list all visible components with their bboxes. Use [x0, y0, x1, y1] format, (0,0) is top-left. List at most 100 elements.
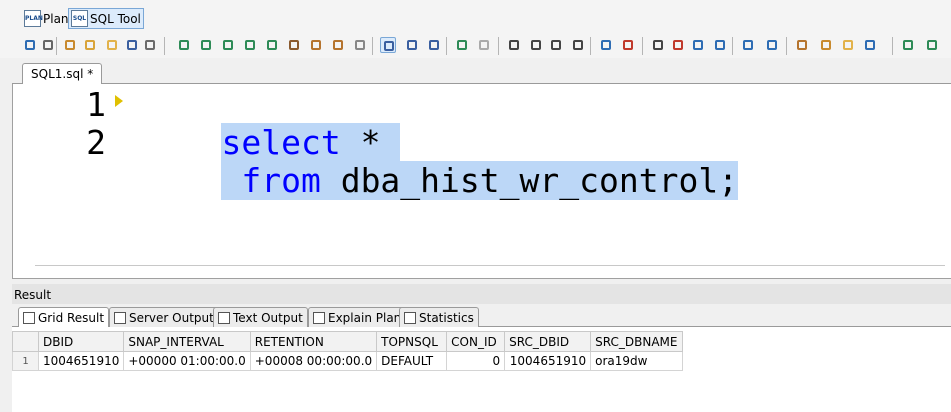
- save-icon[interactable]: [124, 37, 140, 53]
- stop-icon[interactable]: [352, 37, 368, 53]
- tab-grid-result[interactable]: Grid Result: [18, 307, 110, 328]
- column-header-src-dbname[interactable]: SRC_DBNAME: [590, 331, 684, 352]
- split-icon[interactable]: [404, 37, 420, 53]
- wrap-icon[interactable]: [286, 37, 302, 53]
- bind-icon[interactable]: [862, 37, 878, 53]
- bookmark-icon[interactable]: [308, 37, 324, 53]
- sql-icon: SQL: [71, 10, 88, 27]
- paste-icon[interactable]: [548, 37, 564, 53]
- table-cell[interactable]: +00008 00:00:00.0: [249, 351, 378, 371]
- replace-icon[interactable]: [712, 37, 728, 53]
- uncomment-icon[interactable]: [242, 37, 258, 53]
- toolbar-separator: [590, 37, 591, 55]
- plan-mode-button[interactable]: PLAN Plan: [22, 8, 71, 29]
- plan-mode-label: Plan: [43, 11, 69, 26]
- explain-plan-icon: [313, 311, 325, 324]
- table-cell[interactable]: ora19dw: [590, 351, 684, 371]
- export-icon[interactable]: [426, 37, 442, 53]
- code-token: dba_hist_wr_control;: [320, 161, 739, 200]
- current-line-marker-icon: [115, 95, 123, 107]
- tab-statistics[interactable]: Statistics: [399, 307, 479, 327]
- editor-horizontal-scrollbar[interactable]: [35, 265, 945, 266]
- columns-icon[interactable]: [794, 37, 810, 53]
- toolbar-separator: [892, 37, 893, 55]
- table-cell[interactable]: 0: [446, 351, 506, 371]
- comment-icon[interactable]: [220, 37, 236, 53]
- toolbar-separator: [642, 37, 643, 55]
- table-cell[interactable]: 1004651910: [37, 351, 125, 371]
- toolbar-separator: [446, 37, 447, 55]
- tab-grid-result-label: Grid Result: [38, 311, 105, 325]
- grid-icon[interactable]: [900, 37, 916, 53]
- tab-explain-plan-label: Explain Plan: [328, 310, 402, 325]
- cut-icon[interactable]: [506, 37, 522, 53]
- select-all-icon[interactable]: [570, 37, 586, 53]
- column-header-con-id[interactable]: CON_ID: [446, 331, 506, 352]
- find-icon[interactable]: [650, 37, 666, 53]
- column-header-dbid[interactable]: DBID: [37, 331, 125, 352]
- result-grid-area: DBID SNAP_INTERVAL RETENTION TOPNSQL CON…: [12, 327, 951, 412]
- result-panel-header: [12, 284, 951, 304]
- format-icon[interactable]: [264, 37, 280, 53]
- result-grid[interactable]: DBID SNAP_INTERVAL RETENTION TOPNSQL CON…: [12, 331, 684, 371]
- toolbar-separator: [498, 37, 499, 55]
- list-icon[interactable]: [740, 37, 756, 53]
- result-panel-title: Result: [14, 288, 52, 302]
- delete-icon[interactable]: [620, 37, 636, 53]
- sql-tool-mode-button[interactable]: SQL SQL Tool: [68, 8, 144, 29]
- open-file-icon[interactable]: [82, 37, 98, 53]
- dropdown-icon[interactable]: [40, 37, 56, 53]
- note-icon[interactable]: [598, 37, 614, 53]
- run-icon[interactable]: [22, 37, 38, 53]
- new-file-icon[interactable]: [62, 37, 78, 53]
- plan-icon: PLAN: [24, 10, 43, 27]
- grid-icon: [23, 312, 35, 324]
- row-number-header: [12, 331, 39, 352]
- tab-sql1[interactable]: SQL1.sql *: [22, 63, 103, 84]
- copy-icon[interactable]: [528, 37, 544, 53]
- tab-server-output[interactable]: Server Output: [109, 307, 219, 327]
- column-header-snap-interval[interactable]: SNAP_INTERVAL: [123, 331, 251, 352]
- bookmark-next-icon[interactable]: [330, 37, 346, 53]
- main-toolbar: [0, 34, 951, 58]
- table-row[interactable]: 1 1004651910 +00000 01:00:00.0 +00008 00…: [12, 351, 684, 371]
- table-cell[interactable]: +00000 01:00:00.0: [123, 351, 251, 371]
- redo-icon[interactable]: [476, 37, 492, 53]
- editor-tab-strip: SQL1.sql *: [12, 62, 951, 84]
- hint-icon[interactable]: [840, 37, 856, 53]
- history-icon[interactable]: [764, 37, 780, 53]
- tab-text-output[interactable]: Text Output: [213, 307, 308, 327]
- sql-editor[interactable]: 1 2 select * from dba_hist_wr_control;: [12, 84, 951, 279]
- statistics-icon: [404, 311, 416, 324]
- column-header-src-dbid[interactable]: SRC_DBID: [504, 331, 592, 352]
- row-number: 1: [12, 351, 39, 371]
- undo-icon[interactable]: [454, 37, 470, 53]
- tab-server-output-label: Server Output: [129, 310, 214, 325]
- code-token: from: [221, 161, 321, 200]
- line-number-2: 2: [86, 123, 106, 162]
- line-number-gutter: 1 2: [13, 84, 126, 278]
- table-cell[interactable]: 1004651910: [504, 351, 592, 371]
- result-tab-strip: Grid Result Server Output Text Output Ex…: [12, 305, 951, 328]
- table-icon[interactable]: [818, 37, 834, 53]
- folder-icon[interactable]: [104, 37, 120, 53]
- toolbar-separator: [56, 37, 57, 55]
- save-as-icon[interactable]: [142, 37, 158, 53]
- layout-icon[interactable]: [380, 37, 396, 53]
- toolbar-separator: [372, 37, 373, 55]
- column-header-topnsql[interactable]: TOPNSQL: [376, 331, 448, 352]
- find-prev-icon[interactable]: [690, 37, 706, 53]
- indent-icon[interactable]: [176, 37, 192, 53]
- text-output-icon: [218, 311, 230, 324]
- server-output-icon: [114, 311, 126, 324]
- grid-header-row: DBID SNAP_INTERVAL RETENTION TOPNSQL CON…: [12, 331, 684, 352]
- column-header-retention[interactable]: RETENTION: [249, 331, 378, 352]
- tab-text-output-label: Text Output: [233, 310, 303, 325]
- code-line-2: from dba_hist_wr_control;: [142, 124, 739, 238]
- table-cell[interactable]: DEFAULT: [376, 351, 448, 371]
- toolbar-separator: [786, 37, 787, 55]
- find-next-icon[interactable]: [670, 37, 686, 53]
- tab-explain-plan[interactable]: Explain Plan: [308, 307, 407, 327]
- grid-view-icon[interactable]: [924, 37, 940, 53]
- outdent-icon[interactable]: [198, 37, 214, 53]
